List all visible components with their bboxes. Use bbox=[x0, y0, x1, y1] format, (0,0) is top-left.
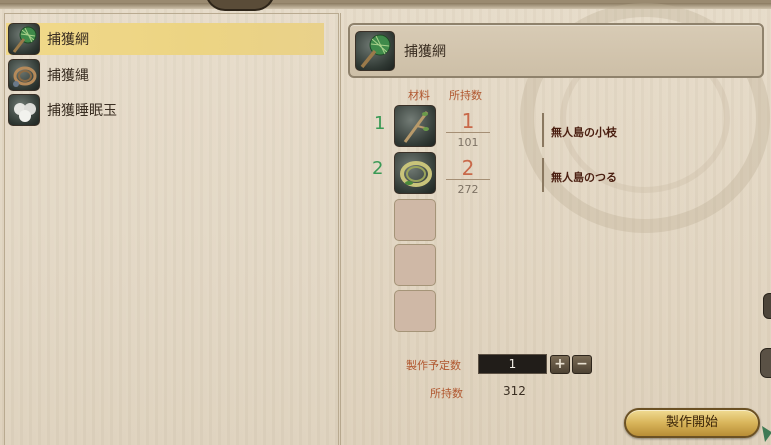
owned-column-header: 所持数 bbox=[449, 89, 482, 102]
recipe-item-capture-net[interactable]: 捕獲網 bbox=[6, 23, 324, 55]
material-index: 2 bbox=[372, 158, 384, 179]
owned-count-label: 所持数 bbox=[430, 387, 463, 400]
material-slot-vine[interactable] bbox=[394, 152, 436, 194]
recipe-item-label: 捕獲睡眠玉 bbox=[47, 103, 117, 119]
capture-net-icon bbox=[355, 30, 395, 71]
crafting-window: 捕獲網 捕獲縄 捕獲睡眠玉 捕獲網 材料 所持数 1 1 101 無人島の小枝 … bbox=[0, 0, 771, 445]
quantity-divider bbox=[446, 132, 490, 133]
edge-ornament bbox=[763, 293, 771, 319]
decrement-button[interactable]: − bbox=[572, 355, 592, 374]
panel-divider bbox=[340, 13, 341, 445]
material-name: 無人島の小枝 bbox=[551, 126, 617, 139]
material-name-bar bbox=[542, 158, 544, 192]
owned-quantity: 101 bbox=[457, 136, 479, 149]
material-index: 1 bbox=[374, 113, 386, 134]
required-quantity: 1 bbox=[461, 109, 475, 133]
material-name-bar bbox=[542, 113, 544, 147]
recipe-item-label: 捕獲縄 bbox=[47, 68, 89, 84]
increment-button[interactable]: + bbox=[550, 355, 570, 374]
material-name: 無人島のつる bbox=[551, 171, 617, 184]
owned-count-value: 312 bbox=[503, 384, 526, 398]
recipe-item-sleep-ball[interactable]: 捕獲睡眠玉 bbox=[6, 94, 324, 126]
planned-quantity-input[interactable]: 1 bbox=[478, 354, 547, 374]
empty-material-slot bbox=[394, 244, 436, 286]
selected-recipe-title: 捕獲網 bbox=[404, 43, 446, 60]
owned-quantity: 272 bbox=[457, 183, 479, 196]
materials-column-header: 材料 bbox=[408, 89, 430, 102]
capture-rope-icon bbox=[8, 59, 40, 91]
edge-ornament bbox=[760, 348, 771, 378]
twig-icon bbox=[403, 111, 429, 143]
required-quantity: 2 bbox=[461, 156, 475, 180]
capture-net-icon bbox=[8, 23, 40, 55]
planned-quantity-label: 製作予定数 bbox=[406, 359, 461, 372]
empty-material-slot bbox=[394, 199, 436, 241]
selected-recipe-header: 捕獲網 bbox=[348, 23, 764, 78]
start-crafting-button[interactable]: 製作開始 bbox=[624, 408, 760, 438]
quantity-divider bbox=[446, 179, 490, 180]
empty-material-slot bbox=[394, 290, 436, 332]
vine-icon bbox=[400, 161, 432, 187]
recipe-item-label: 捕獲網 bbox=[47, 32, 89, 48]
material-slot-twig[interactable] bbox=[394, 105, 436, 147]
recipe-item-capture-rope[interactable]: 捕獲縄 bbox=[6, 59, 324, 91]
sleep-ball-icon bbox=[8, 94, 40, 126]
window-top-ornament bbox=[205, 0, 275, 11]
edge-leaf-ornament bbox=[762, 426, 771, 442]
